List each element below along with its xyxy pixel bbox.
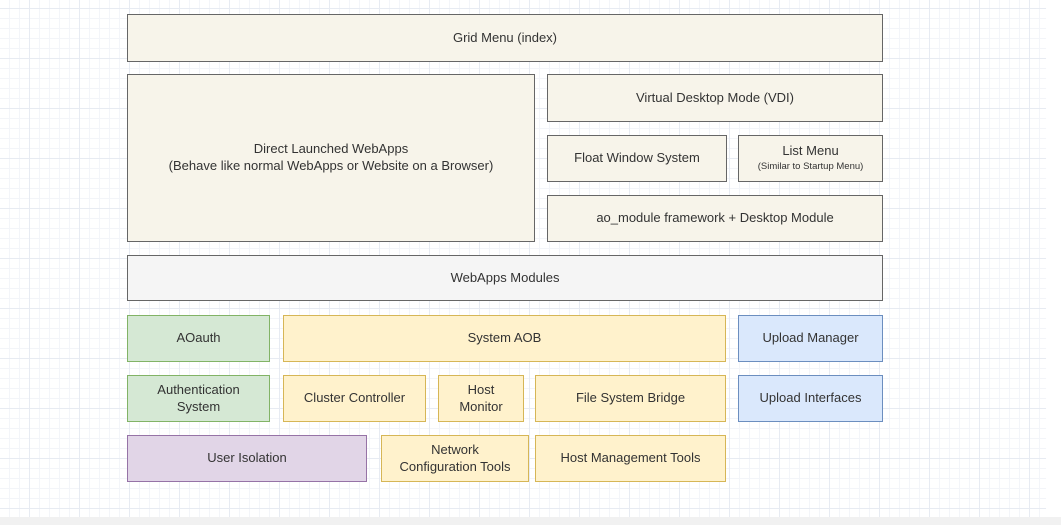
- box-upload-manager-label: Upload Manager: [762, 330, 858, 347]
- right-gutter: [1046, 0, 1061, 525]
- box-virtual-desktop-mode-label: Virtual Desktop Mode (VDI): [636, 90, 794, 107]
- box-virtual-desktop-mode[interactable]: Virtual Desktop Mode (VDI): [547, 74, 883, 122]
- box-authentication-system-label: Authentication System: [157, 382, 239, 416]
- box-host-management-tools-label: Host Management Tools: [561, 450, 701, 467]
- box-file-system-bridge[interactable]: File System Bridge: [535, 375, 726, 422]
- box-system-aob[interactable]: System AOB: [283, 315, 726, 362]
- box-float-window-system[interactable]: Float Window System: [547, 135, 727, 182]
- box-list-menu-label: List Menu: [782, 143, 838, 160]
- diagram-canvas[interactable]: Grid Menu (index) Direct Launched WebApp…: [0, 0, 1061, 525]
- box-aoauth[interactable]: AOauth: [127, 315, 270, 362]
- box-cluster-controller[interactable]: Cluster Controller: [283, 375, 426, 422]
- box-grid-menu[interactable]: Grid Menu (index): [127, 14, 883, 62]
- box-grid-menu-label: Grid Menu (index): [453, 30, 557, 47]
- box-authentication-system[interactable]: Authentication System: [127, 375, 270, 422]
- bottom-gutter: [0, 517, 1061, 525]
- box-upload-manager[interactable]: Upload Manager: [738, 315, 883, 362]
- box-system-aob-label: System AOB: [468, 330, 542, 347]
- box-network-configuration-tools-label: Network Configuration Tools: [399, 442, 510, 476]
- box-host-monitor[interactable]: Host Monitor: [438, 375, 524, 422]
- box-network-configuration-tools[interactable]: Network Configuration Tools: [381, 435, 529, 482]
- box-direct-launched-webapps[interactable]: Direct Launched WebApps (Behave like nor…: [127, 74, 535, 242]
- box-list-menu-sublabel: (Similar to Startup Menu): [758, 161, 864, 173]
- box-host-management-tools[interactable]: Host Management Tools: [535, 435, 726, 482]
- box-user-isolation[interactable]: User Isolation: [127, 435, 367, 482]
- box-host-monitor-label: Host Monitor: [459, 382, 502, 416]
- box-user-isolation-label: User Isolation: [207, 450, 286, 467]
- box-ao-module-framework[interactable]: ao_module framework + Desktop Module: [547, 195, 883, 242]
- box-aoauth-label: AOauth: [176, 330, 220, 347]
- box-webapps-modules-label: WebApps Modules: [451, 270, 560, 287]
- box-cluster-controller-label: Cluster Controller: [304, 390, 405, 407]
- box-list-menu[interactable]: List Menu (Similar to Startup Menu): [738, 135, 883, 182]
- box-upload-interfaces-label: Upload Interfaces: [760, 390, 862, 407]
- box-float-window-system-label: Float Window System: [574, 150, 700, 167]
- box-direct-launched-webapps-label: Direct Launched WebApps (Behave like nor…: [169, 141, 494, 175]
- box-file-system-bridge-label: File System Bridge: [576, 390, 685, 407]
- box-ao-module-framework-label: ao_module framework + Desktop Module: [596, 210, 833, 227]
- box-upload-interfaces[interactable]: Upload Interfaces: [738, 375, 883, 422]
- box-webapps-modules[interactable]: WebApps Modules: [127, 255, 883, 301]
